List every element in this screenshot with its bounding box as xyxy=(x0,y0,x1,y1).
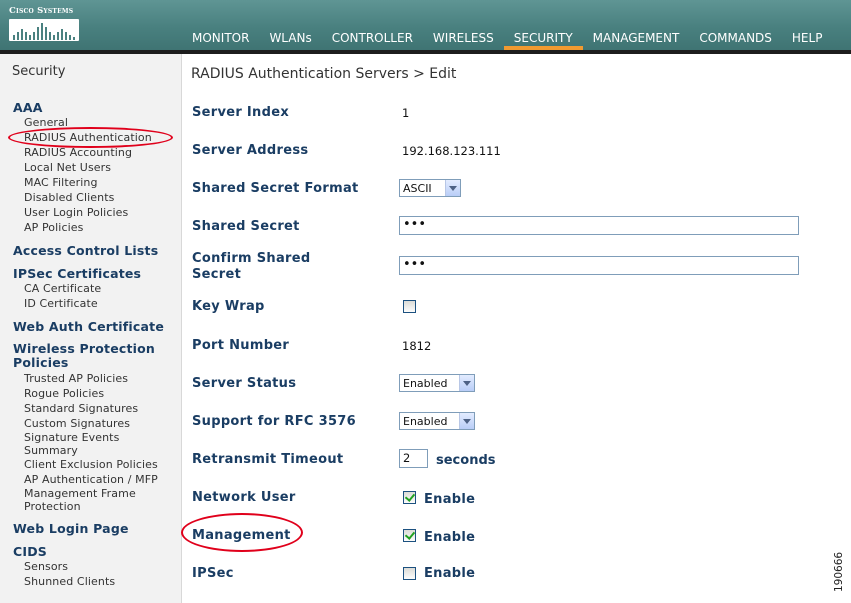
sidebar-section-web-auth-certificate[interactable]: Web Auth Certificate xyxy=(13,319,164,334)
server-address-label: Server Address xyxy=(192,143,309,158)
sidebar-section-wireless-protection-policies[interactable]: Wireless Protection Policies xyxy=(13,342,173,370)
nav-help[interactable]: HELP xyxy=(782,30,833,50)
sidebar-item-rogue-policies[interactable]: Rogue Policies xyxy=(24,387,104,400)
sidebar-section-aaa[interactable]: AAA xyxy=(13,100,43,115)
sidebar-item-ap-policies[interactable]: AP Policies xyxy=(24,221,83,234)
main-content: RADIUS Authentication Servers > Edit Ser… xyxy=(182,54,851,603)
nav-security[interactable]: SECURITY xyxy=(503,30,583,50)
key-wrap-label: Key Wrap xyxy=(192,299,265,314)
server-status-value: Enabled xyxy=(403,376,448,390)
sidebar-item-client-exclusion-policies[interactable]: Client Exclusion Policies xyxy=(24,458,158,471)
rfc-3576-value: Enabled xyxy=(403,414,448,428)
sidebar-item-radius-accounting[interactable]: RADIUS Accounting xyxy=(24,146,132,159)
sidebar-item-trusted-ap-policies[interactable]: Trusted AP Policies xyxy=(24,372,128,385)
confirm-shared-secret-label: Confirm Shared Secret xyxy=(192,251,311,282)
page-title: RADIUS Authentication Servers > Edit xyxy=(191,66,457,82)
ipsec-checkbox[interactable] xyxy=(403,567,416,580)
sidebar-item-disabled-clients[interactable]: Disabled Clients xyxy=(24,191,114,204)
port-number-value: 1812 xyxy=(402,339,432,353)
server-address-value: 192.168.123.111 xyxy=(402,144,501,158)
nav-commands[interactable]: COMMANDS xyxy=(689,30,782,50)
nav-management[interactable]: MANAGEMENT xyxy=(583,30,690,50)
sidebar-item-signature-events-summary[interactable]: Signature Events Summary xyxy=(24,431,174,457)
server-index-value: 1 xyxy=(402,106,410,120)
sidebar-item-general[interactable]: General xyxy=(24,116,68,129)
header-bar: Cisco Systems MONITOR WLANs CONTROLLER W… xyxy=(0,0,851,50)
sidebar-title: Security xyxy=(12,64,66,79)
top-navigation: MONITOR WLANs CONTROLLER WIRELESS SECURI… xyxy=(182,30,832,50)
sidebar-item-standard-signatures[interactable]: Standard Signatures xyxy=(24,402,138,415)
sidebar-section-ipsec-certificates[interactable]: IPSec Certificates xyxy=(13,266,141,281)
key-wrap-checkbox[interactable] xyxy=(403,300,416,313)
sidebar: Security AAA General RADIUS Authenticati… xyxy=(0,54,181,603)
sidebar-item-management-frame-protection[interactable]: Management Frame Protection xyxy=(24,487,174,513)
sidebar-section-cids[interactable]: CIDS xyxy=(13,544,47,559)
retransmit-timeout-unit: seconds xyxy=(436,453,496,468)
nav-wlans[interactable]: WLANs xyxy=(259,30,321,50)
nav-controller[interactable]: CONTROLLER xyxy=(322,30,423,50)
port-number-label: Port Number xyxy=(192,338,290,353)
sidebar-section-web-login-page[interactable]: Web Login Page xyxy=(13,521,129,536)
sidebar-item-custom-signatures[interactable]: Custom Signatures xyxy=(24,417,130,430)
sidebar-item-ap-authentication-mfp[interactable]: AP Authentication / MFP xyxy=(24,473,158,486)
shared-secret-format-label: Shared Secret Format xyxy=(192,181,359,196)
nav-wireless[interactable]: WIRELESS xyxy=(423,30,504,50)
network-user-checkbox[interactable] xyxy=(403,491,416,504)
cisco-logo: Cisco Systems xyxy=(9,6,79,42)
server-index-label: Server Index xyxy=(192,105,290,120)
sidebar-item-id-certificate[interactable]: ID Certificate xyxy=(24,297,98,310)
cisco-bridge-logo-icon xyxy=(9,19,79,41)
network-user-label: Network User xyxy=(192,490,296,505)
rfc-3576-select[interactable]: Enabled xyxy=(399,412,475,430)
retransmit-timeout-label: Retransmit Timeout xyxy=(192,452,344,467)
chevron-down-icon xyxy=(459,413,474,429)
sidebar-item-mac-filtering[interactable]: MAC Filtering xyxy=(24,176,98,189)
chevron-down-icon xyxy=(459,375,474,391)
brand-name: Cisco Systems xyxy=(9,6,74,16)
shared-secret-format-select[interactable]: ASCII xyxy=(399,179,461,197)
sidebar-item-radius-authentication[interactable]: RADIUS Authentication xyxy=(24,131,152,144)
ipsec-enable-label: Enable xyxy=(424,566,476,581)
sidebar-item-ca-certificate[interactable]: CA Certificate xyxy=(24,282,101,295)
sidebar-item-local-net-users[interactable]: Local Net Users xyxy=(24,161,111,174)
sidebar-section-access-control-lists[interactable]: Access Control Lists xyxy=(13,243,158,258)
shared-secret-format-value: ASCII xyxy=(403,181,432,195)
nav-monitor[interactable]: MONITOR xyxy=(182,30,259,50)
shared-secret-input[interactable]: ••• xyxy=(399,216,799,235)
management-enable-label: Enable xyxy=(424,530,476,545)
server-status-label: Server Status xyxy=(192,376,297,391)
sidebar-item-shunned-clients[interactable]: Shunned Clients xyxy=(24,575,115,588)
rfc-3576-label: Support for RFC 3576 xyxy=(192,414,356,429)
server-status-select[interactable]: Enabled xyxy=(399,374,475,392)
chevron-down-icon xyxy=(445,180,460,196)
retransmit-timeout-input[interactable]: 2 xyxy=(399,449,428,468)
shared-secret-label: Shared Secret xyxy=(192,219,300,234)
confirm-shared-secret-input[interactable]: ••• xyxy=(399,256,799,275)
ipsec-label: IPSec xyxy=(192,566,234,581)
management-checkbox[interactable] xyxy=(403,529,416,542)
figure-id: 190666 xyxy=(833,551,845,592)
management-label: Management xyxy=(192,528,291,543)
sidebar-item-user-login-policies[interactable]: User Login Policies xyxy=(24,206,128,219)
network-user-enable-label: Enable xyxy=(424,492,476,507)
sidebar-item-sensors[interactable]: Sensors xyxy=(24,560,68,573)
